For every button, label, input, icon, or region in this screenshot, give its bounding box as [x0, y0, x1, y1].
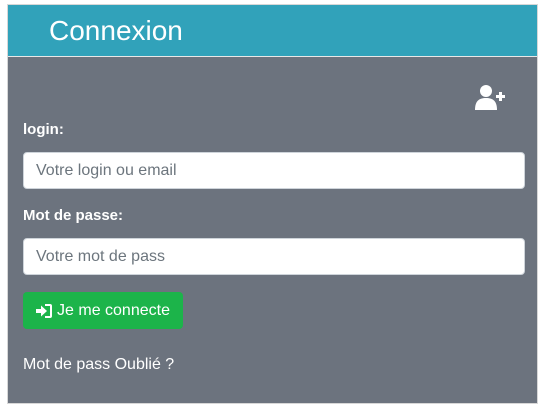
forgot-password-link[interactable]: Mot de pass Oublié ?	[23, 356, 174, 374]
password-input[interactable]	[23, 238, 525, 275]
login-panel: Connexion login: Mot de passe: Je me con…	[7, 4, 538, 404]
login-input[interactable]	[23, 152, 525, 189]
panel-header: Connexion	[8, 5, 537, 57]
login-button-label: Je me connecte	[57, 301, 170, 319]
page-title: Connexion	[49, 15, 183, 46]
password-label: Mot de passe:	[23, 207, 124, 224]
user-plus-icon[interactable]	[474, 84, 506, 112]
login-label: login:	[23, 121, 64, 138]
login-button[interactable]: Je me connecte	[23, 292, 183, 329]
sign-in-icon	[36, 303, 53, 318]
